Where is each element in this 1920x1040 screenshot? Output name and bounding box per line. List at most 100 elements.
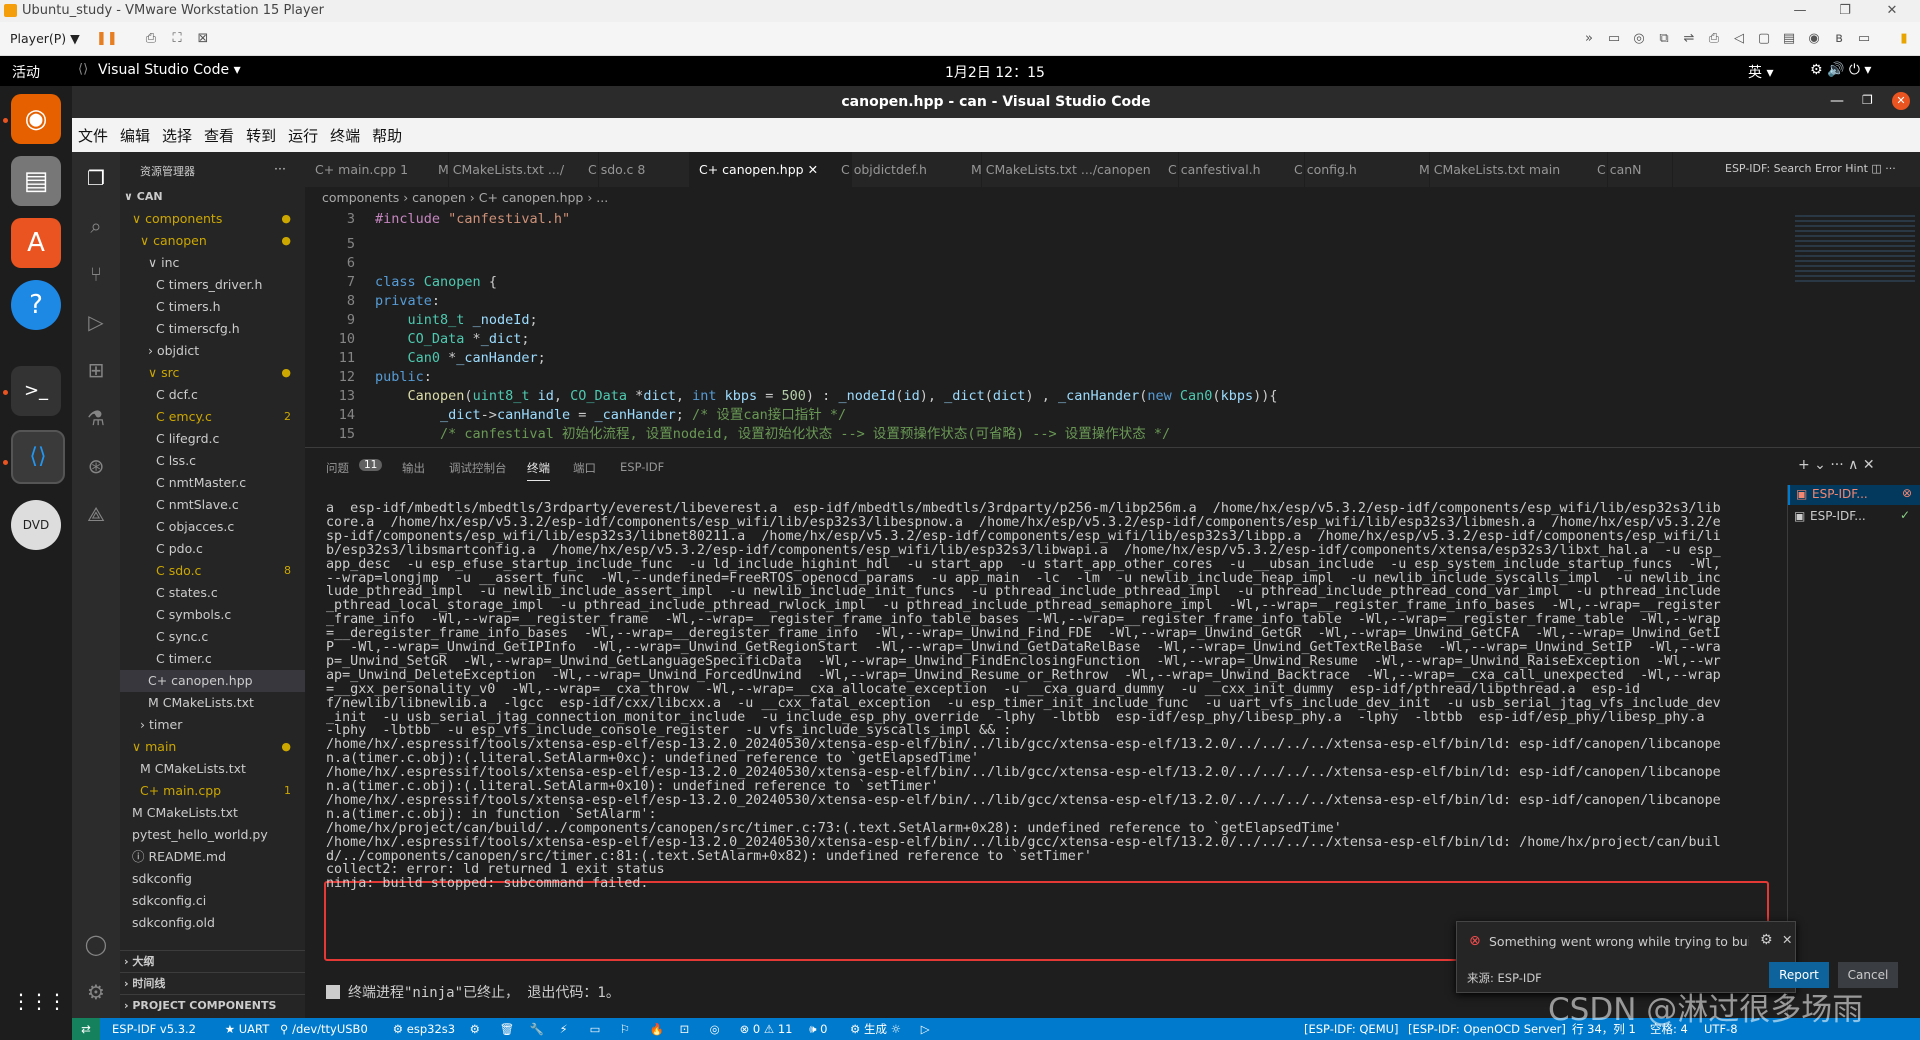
menu-view[interactable]: 查看 (204, 125, 234, 146)
status-item[interactable]: ⚡ (560, 1018, 568, 1040)
tree-item[interactable]: M CMakeLists.txt (120, 758, 305, 780)
tree-item[interactable]: C pdo.c (120, 538, 305, 560)
panel-actions[interactable]: + ⌄ ··· ∧ ✕ (1798, 457, 1875, 473)
tree-item[interactable]: ⓘ README.md (120, 846, 305, 868)
testing-icon[interactable]: ⚗ (84, 406, 108, 430)
code-line[interactable]: #include "canfestival.h" (375, 210, 570, 229)
code-editor[interactable]: 3 #include "canfestival.h" 5 6 7 class Canope… (305, 209, 1787, 447)
tree-item[interactable]: pytest_hello_world.py (120, 824, 305, 846)
tree-item[interactable]: sdkconfig (120, 868, 305, 890)
bluetooth-icon[interactable]: ʙ (1830, 30, 1848, 48)
editor-tab[interactable]: C objdictdef.h (831, 152, 982, 187)
tree-item[interactable]: C emcy.c 2 (120, 406, 305, 428)
timeline-section[interactable]: › 时间线 (124, 973, 165, 995)
tree-item[interactable]: ∨ main ● (120, 736, 305, 758)
status-item[interactable]: ⚙ esp32s3 (393, 1018, 455, 1040)
tree-item[interactable]: C states.c (120, 582, 305, 604)
tab-problems[interactable]: 问题 (326, 460, 349, 476)
project-components-section[interactable]: › PROJECT COMPONENTS (124, 995, 276, 1017)
tree-item[interactable]: C lss.c (120, 450, 305, 472)
maximize-icon[interactable]: ❐ (1825, 0, 1865, 22)
clock[interactable]: 1月2日 12：15 (945, 62, 1045, 82)
code-line[interactable]: Canopen(uint8_t id, CO_Data *dict, int k… (375, 387, 1278, 406)
esp-idf-icon[interactable]: ⟁ (84, 502, 108, 526)
outline-section[interactable]: › 大纲 (124, 951, 154, 973)
network-icon[interactable]: ⧉ (1655, 30, 1673, 48)
tree-item[interactable]: C nmtSlave.c (120, 494, 305, 516)
help-icon[interactable]: ? (11, 280, 61, 330)
app-menu[interactable]: Visual Studio Code ▾ (98, 62, 241, 78)
tab-ports[interactable]: 端口 (573, 460, 596, 476)
code-line[interactable]: _dict->canHandle = _canHander; /* 设置can接… (375, 406, 846, 425)
breadcrumb[interactable]: components › canopen › C+ canopen.hpp › … (305, 187, 1920, 209)
account-icon[interactable]: ◯ (84, 932, 108, 956)
code-line[interactable]: Can0 *_canHander; (375, 349, 546, 368)
code-line[interactable]: class Canopen { (375, 273, 497, 292)
tree-item[interactable]: ∨ inc (120, 252, 305, 274)
sound-icon[interactable]: ◁ (1730, 30, 1748, 48)
status-item[interactable]: ★ UART (225, 1018, 269, 1040)
menu-go[interactable]: 转到 (246, 125, 276, 146)
vscode-minimize-icon[interactable]: — (1830, 93, 1844, 109)
status-item[interactable]: ⚙ 生成 (850, 1018, 887, 1040)
tree-item[interactable]: C+ main.cpp 1 (120, 780, 305, 802)
code-line[interactable]: CO_Data *_dict; (375, 330, 530, 349)
status-item[interactable]: ⚲ /dev/ttyUSB0 (280, 1018, 368, 1040)
tree-item[interactable]: › objdict (120, 340, 305, 362)
menu-edit[interactable]: 编辑 (120, 125, 150, 146)
editor-tab[interactable]: C canfestival.h (1158, 152, 1305, 187)
status-item[interactable]: ⊗ 0 ⚠ 11 (740, 1018, 793, 1040)
tree-item[interactable]: C nmtMaster.c (120, 472, 305, 494)
terminal-icon[interactable]: >_ (11, 366, 61, 416)
tree-item[interactable]: M CMakeLists.txt (120, 692, 305, 714)
status-item[interactable]: 🔥 (650, 1018, 664, 1040)
remote-indicator-icon[interactable]: ⇄ (72, 1018, 100, 1040)
run-debug-icon[interactable]: ▷ (84, 310, 108, 334)
status-item[interactable]: [ESP-IDF: QEMU] (1304, 1018, 1399, 1040)
tree-item[interactable]: C timerscfg.h (120, 318, 305, 340)
status-item[interactable]: ⊡ (680, 1018, 690, 1040)
close-icon[interactable]: ✕ (1872, 0, 1912, 22)
software-icon[interactable]: A (11, 218, 61, 268)
hdd-icon[interactable]: ▭ (1605, 30, 1623, 48)
editor-tab[interactable]: C canN (1587, 152, 1673, 187)
status-item[interactable]: ⚙ (470, 1018, 480, 1040)
code-line[interactable]: uint8_t _nodeId; (375, 311, 538, 330)
notification-close-icon[interactable]: ✕ (1782, 932, 1792, 947)
usb-device-icon[interactable]: ▤ (1780, 30, 1798, 48)
send-keys-icon[interactable]: ⎙ (142, 30, 160, 48)
editor-tab[interactable]: C+ canopen.hpp ✕ (689, 152, 852, 187)
status-item[interactable]: [ESP-IDF: OpenOCD Server] (1408, 1018, 1566, 1040)
tree-item[interactable]: C timers.h (120, 296, 305, 318)
tree-item[interactable]: ∨ CAN (120, 186, 305, 208)
system-indicators[interactable]: ⚙ 🔊 ⏻ ▾ (1810, 62, 1871, 78)
menu-help[interactable]: 帮助 (372, 125, 402, 146)
editor-tab[interactable]: M CMakeLists.txt .../ (428, 152, 599, 187)
tab-actions[interactable]: ESP-IDF: Search Error Hint ◫ ··· (1725, 162, 1896, 175)
tree-item[interactable]: › timer (120, 714, 305, 736)
vm-status-icon[interactable]: ▮ (1895, 30, 1913, 48)
status-item[interactable]: ▷ (921, 1018, 930, 1040)
extensions-icon[interactable]: ⊞ (84, 358, 108, 382)
vscode-icon[interactable]: ⟨⟩ (11, 430, 65, 484)
notification-gear-icon[interactable]: ⚙ (1760, 932, 1773, 948)
terminal-instance-1[interactable]: ▣ ESP-IDF... ⊗ (1788, 485, 1920, 505)
tree-item[interactable]: C symbols.c (120, 604, 305, 626)
vscode-restore-icon[interactable]: ❐ (1862, 93, 1873, 107)
player-menu[interactable]: Player(P) ▼ (10, 31, 80, 46)
camera-icon[interactable]: ◉ (1805, 30, 1823, 48)
firefox-icon[interactable]: ◉ (11, 94, 61, 144)
menu-terminal[interactable]: 终端 (330, 125, 360, 146)
tab-output[interactable]: 输出 (402, 460, 425, 476)
menu-run[interactable]: 运行 (288, 125, 318, 146)
menu-file[interactable]: 文件 (78, 125, 108, 146)
tree-item[interactable]: sdkconfig.ci (120, 890, 305, 912)
status-item[interactable]: ▭ (590, 1018, 601, 1040)
status-item[interactable]: 🕪 0 (809, 1018, 827, 1040)
tree-item[interactable]: C sync.c (120, 626, 305, 648)
status-item[interactable]: 🔧 (530, 1018, 544, 1040)
files-icon[interactable]: ▤ (11, 156, 61, 206)
tree-item[interactable]: M CMakeLists.txt (120, 802, 305, 824)
editor-tab[interactable]: M CMakeLists.txt .../canopen (961, 152, 1179, 187)
tree-item[interactable]: ∨ components ● (120, 208, 305, 230)
